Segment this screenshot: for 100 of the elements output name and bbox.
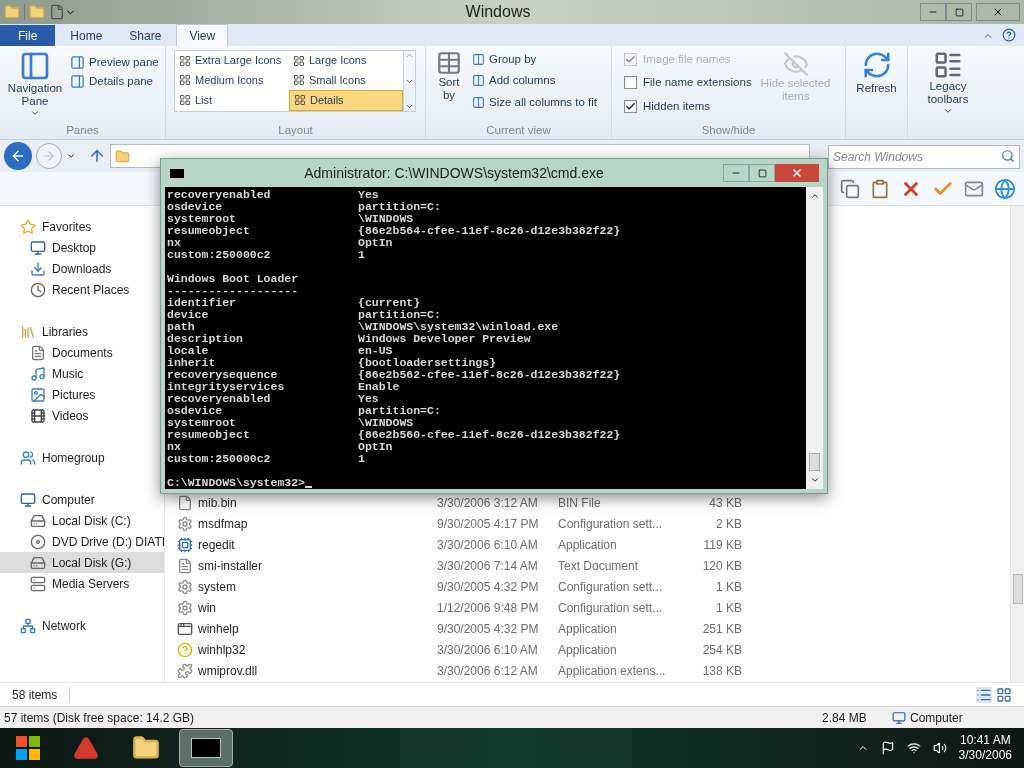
nav-item[interactable]: Recent Places — [0, 279, 164, 300]
nav-item[interactable]: Computer — [0, 489, 164, 510]
ribbon-tab[interactable]: File — [0, 25, 56, 46]
console-value: 1 — [358, 453, 365, 465]
nav-item[interactable]: Pictures — [0, 384, 164, 405]
console-key: recoverysequence — [167, 369, 358, 381]
up-icon[interactable] — [88, 147, 106, 165]
grid-icon — [294, 94, 306, 107]
speaker-icon[interactable] — [932, 741, 947, 755]
file-date: 9/30/2005 4:32 PM — [437, 578, 540, 596]
globe-icon[interactable] — [994, 177, 1016, 200]
maximize-button[interactable] — [749, 164, 775, 182]
nav-item[interactable]: Network — [0, 615, 164, 636]
search-icon[interactable] — [1001, 149, 1015, 163]
checkbox-label: Image file names — [643, 52, 731, 67]
ribbon-tab[interactable]: View — [176, 24, 229, 46]
layout-option[interactable]: Details — [289, 89, 403, 111]
ribbon-tab[interactable]: Home — [58, 25, 115, 46]
refresh-button[interactable]: Refresh — [856, 50, 897, 98]
console-key: nx — [167, 441, 358, 453]
gear-file-icon — [177, 578, 193, 595]
file-size: 138 KB — [701, 662, 742, 680]
paste-icon[interactable] — [870, 178, 890, 199]
back-button[interactable] — [4, 142, 32, 170]
layout-option[interactable]: Large Icons — [289, 51, 403, 71]
help-icon[interactable] — [1002, 28, 1016, 42]
layout-option[interactable]: Medium Icons — [175, 70, 289, 90]
file-date: 9/30/2005 4:32 PM — [437, 620, 540, 638]
windows-logo-icon — [15, 735, 41, 761]
checkbox[interactable] — [624, 99, 637, 113]
sort-by-button[interactable]: Sort by — [434, 50, 464, 122]
nav-item[interactable]: Music — [0, 363, 164, 384]
details-pane-button[interactable]: Details pane — [70, 73, 159, 91]
disc-icon — [30, 533, 46, 550]
copy-icon[interactable] — [840, 178, 860, 199]
grid-icon — [179, 94, 191, 107]
nav-item[interactable]: DVD Drive (D:) DIATI — [0, 531, 164, 552]
console-key: custom:250000c2 — [167, 453, 358, 465]
file-size: 119 KB — [702, 536, 742, 554]
nav-item[interactable]: Documents — [0, 342, 164, 363]
maximize-button[interactable] — [946, 3, 972, 21]
console-value: partition=C: — [358, 405, 441, 417]
network-icon[interactable] — [906, 741, 921, 755]
puzzle-icon — [177, 662, 193, 679]
scroll-thumb[interactable] — [809, 453, 820, 471]
console-heading: ------------------- — [167, 285, 299, 297]
view-command[interactable]: Add columns — [472, 72, 597, 90]
search-field[interactable]: Search Windows — [828, 145, 1020, 169]
console-value: {86e2b564-cfee-11ef-8c26-d12e3b382f22} — [358, 225, 621, 237]
nav-item[interactable]: Favorites — [0, 216, 164, 237]
scroll-thumb[interactable] — [1012, 574, 1023, 604]
nav-item[interactable]: Videos — [0, 405, 164, 426]
view-command[interactable]: Group by — [472, 51, 597, 69]
large-icons-view-icon[interactable] — [996, 686, 1012, 703]
scroll-down-icon[interactable] — [809, 475, 820, 485]
navigation-pane-button[interactable]: Navigation Pane — [4, 50, 66, 122]
checkbox[interactable] — [624, 76, 637, 90]
console-value: partition=C: — [358, 309, 441, 321]
maximize-icon — [954, 7, 964, 17]
layout-option[interactable]: Extra Large Icons — [175, 51, 289, 71]
history-caret-icon[interactable] — [66, 151, 76, 161]
close-icon — [992, 6, 1004, 18]
hard-drive-icon — [30, 554, 46, 571]
preview-pane-button[interactable]: Preview pane — [70, 54, 159, 72]
ribbon-tab[interactable]: Share — [117, 25, 174, 46]
nav-item[interactable]: Desktop — [0, 237, 164, 258]
caret-icon — [943, 106, 953, 116]
nav-item[interactable]: Local Disk (C:) — [0, 510, 164, 531]
nav-item[interactable]: Local Disk (G:) — [0, 552, 164, 573]
console-prompt: C:\WINDOWS\system32> — [167, 477, 306, 489]
file-date: 3/30/2006 3:12 AM — [437, 494, 539, 512]
nav-item[interactable]: Downloads — [0, 258, 164, 279]
console-value: \WINDOWS — [358, 417, 414, 429]
layout-option[interactable]: List — [175, 89, 289, 111]
text-cursor — [305, 486, 313, 488]
taskbar-app[interactable] — [179, 729, 233, 767]
flag-icon[interactable] — [880, 741, 895, 755]
view-command[interactable]: Size all columns to fit — [472, 93, 597, 111]
close-button[interactable] — [775, 164, 819, 182]
scroll-up-icon[interactable] — [809, 191, 820, 201]
file-name: system — [198, 578, 236, 596]
nav-item[interactable]: Homegroup — [0, 447, 164, 468]
nav-item[interactable]: Libraries — [0, 321, 164, 342]
details-view-icon[interactable] — [976, 686, 992, 703]
film-icon — [30, 407, 46, 424]
minimize-button[interactable] — [920, 3, 946, 21]
legacy-toolbars-button[interactable]: Legacy toolbars — [918, 50, 978, 116]
layout-option[interactable]: Small Icons — [289, 70, 403, 90]
console-key: systemroot — [167, 417, 358, 429]
console-value: en-US — [358, 345, 393, 357]
file-size: 254 KB — [701, 641, 742, 659]
console-key: osdevice — [167, 405, 358, 417]
file-date: 1/12/2006 9:48 PM — [437, 599, 540, 617]
more-icon[interactable] — [405, 102, 414, 111]
properties-icon[interactable] — [49, 4, 65, 20]
minimize-button[interactable] — [723, 164, 749, 182]
console-value: \WINDOWS\system32\winload.exe — [358, 321, 559, 333]
file-type: Application — [558, 641, 618, 659]
nav-item[interactable]: Media Servers — [0, 573, 164, 594]
console-value: {86e2b560-cfee-11ef-8c26-d12e3b382f22} — [358, 429, 621, 441]
